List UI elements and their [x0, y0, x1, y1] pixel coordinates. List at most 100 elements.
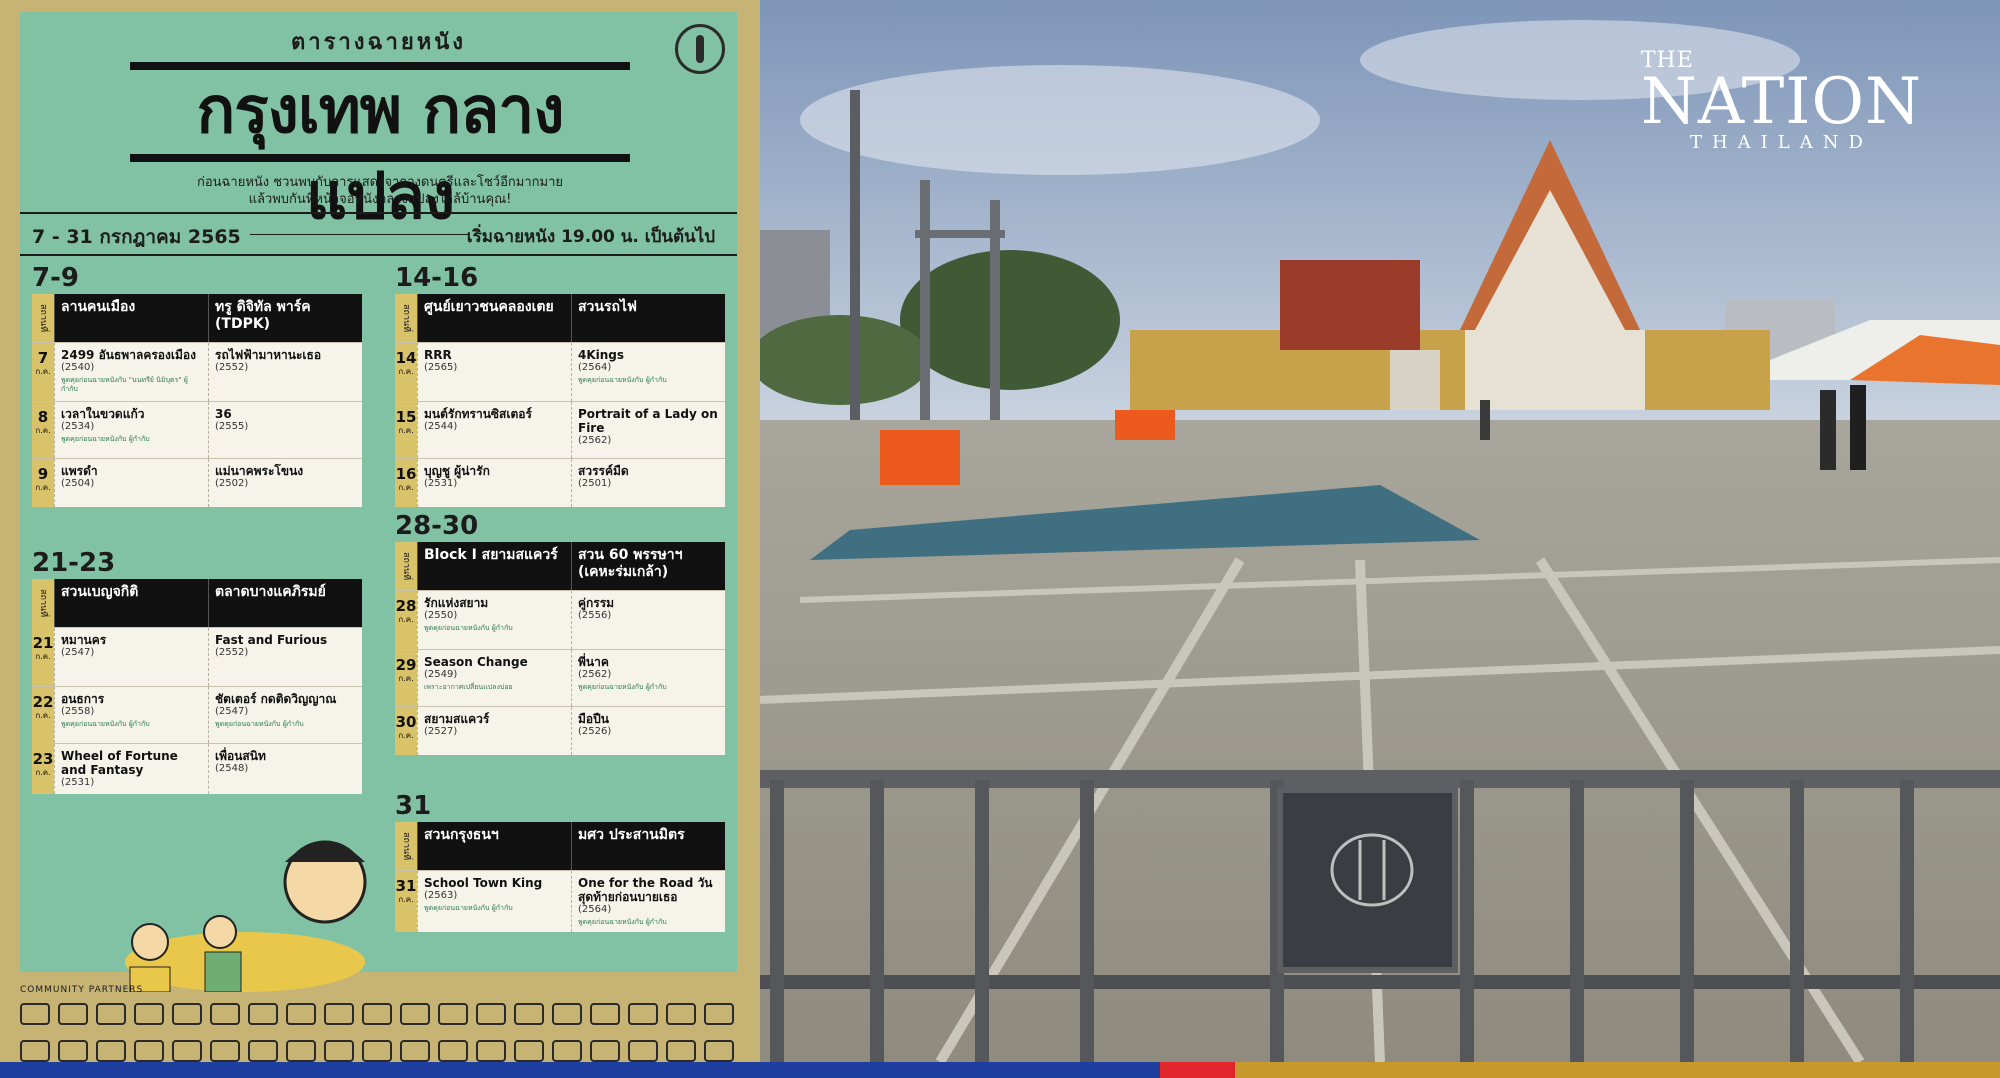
partner-logo-icon — [590, 1040, 620, 1062]
film-cell: 2499 อันธพาลครองเมือง (2540) พูดคุยก่อนฉาย… — [54, 343, 208, 401]
film-year: (2527) — [424, 726, 458, 737]
film-title: แพรดำ — [61, 464, 98, 478]
film-cell: พี่นาค (2562) พูดคุยก่อนฉายหนังกับ ผู้กำกั… — [571, 650, 725, 706]
fence-rail-top — [760, 770, 2000, 788]
schedule-block: 31 สถานที่ สวนกรุงธนฯ มศว ประสานมิตร 31 ก.ค. S… — [395, 790, 725, 932]
partner-logo-icon — [172, 1003, 202, 1025]
day-cell: 21 ก.ค. — [32, 628, 54, 686]
block-date-heading: 14-16 — [395, 263, 479, 293]
partner-logo-icon — [248, 1040, 278, 1062]
bottom-color-strip — [0, 1062, 2000, 1078]
partner-logo-icon — [362, 1040, 392, 1062]
poster-description-line2: แล้วพบกันที่หน้าจอหนังกลางแปลงใกล้บ้านคุ… — [248, 192, 512, 207]
film-note: พูดคุยก่อนฉายหนังกับ ผู้กำกับ — [578, 683, 667, 691]
film-cell: RRR (2565) — [417, 343, 571, 401]
venue-label: สถานที่ — [395, 294, 417, 342]
schedule-row: 8 ก.ค. เวลาในขวดแก้ว (2534) พูดคุยก่อนฉายหนั… — [32, 401, 362, 458]
day-month: ก.ค. — [398, 426, 414, 435]
venue-label: สถานที่ — [32, 579, 54, 627]
film-year: (2563) — [424, 890, 458, 901]
film-cell: รักแห่งสยาม (2550) พูดคุยก่อนฉายหนังกับ ผู… — [417, 591, 571, 649]
film-year: (2562) — [578, 669, 612, 680]
film-cell: มนต์รักทรานซิสเตอร์ (2544) — [417, 402, 571, 458]
film-year: (2544) — [424, 421, 458, 432]
partner-logo-icon — [324, 1040, 354, 1062]
poster-title: กรุงเทพ กลางแปลง — [130, 62, 630, 234]
schedule-row: 30 ก.ค. สยามสแควร์ (2527) มือปืน (2526) — [395, 706, 725, 755]
partner-logo-icon — [666, 1040, 696, 1062]
film-year: (2564) — [578, 904, 612, 915]
film-year: (2526) — [578, 726, 612, 737]
cloud — [800, 65, 1320, 175]
film-title: มนต์รักทรานซิสเตอร์ — [424, 407, 532, 421]
strip-red — [1160, 1062, 1235, 1078]
film-title: 36 — [215, 407, 232, 421]
temple-plaza-photo — [760, 0, 2000, 1062]
fence-bar — [1680, 780, 1694, 1062]
logo-nation: NATION — [1640, 65, 1922, 139]
film-year: (2564) — [578, 362, 612, 373]
schedule-table: สถานที่ Block I สยามสแควร์ สวน 60 พรรษาฯ (… — [395, 542, 725, 755]
title-rule-bottom — [130, 154, 630, 162]
fence-bar — [870, 780, 884, 1062]
film-cell: แม่นาคพระโขนง (2502) — [208, 459, 362, 507]
film-note: พูดคุยก่อนฉายหนังกับ ผู้กำกับ — [578, 376, 667, 384]
hair-illustration — [285, 842, 365, 862]
film-year: (2547) — [215, 706, 249, 717]
film-year: (2550) — [424, 610, 458, 621]
film-note: พูดคุยก่อนฉายหนังกับ ผู้กำกับ — [578, 918, 667, 926]
partner-logo-icon — [628, 1003, 658, 1025]
film-title: 4Kings — [578, 348, 625, 362]
film-cell: คู่กรรม (2556) — [571, 591, 725, 649]
venue-name: ทรู ดิจิทัล พาร์ค (TDPK) — [208, 294, 362, 342]
schedule-block: 21-23 สถานที่ สวนเบญจกิติ ตลาดบางแคภิรมย์ 21… — [32, 547, 362, 794]
partners-label: COMMUNITY PARTNERS — [20, 985, 144, 995]
film-year: (2548) — [215, 763, 249, 774]
day-cell: 15 ก.ค. — [395, 402, 417, 458]
film-title: School Town King — [424, 876, 543, 890]
day-cell: 8 ก.ค. — [32, 402, 54, 458]
venue-name: สวนเบญจกิติ — [54, 579, 208, 627]
film-year: (2552) — [215, 362, 249, 373]
film-year: (2562) — [578, 435, 612, 446]
partner-logo-icon — [666, 1003, 696, 1025]
schedule-row: 16 ก.ค. บุญชู ผู้น่ารัก (2531) สวรรค์มืด (250… — [395, 458, 725, 507]
partner-logo-icon — [438, 1003, 468, 1025]
film-note: พูดคุยก่อนฉายหนังกับ ผู้กำกับ — [61, 720, 150, 728]
temple-roof — [1280, 260, 1420, 350]
partner-logo-icon — [286, 1040, 316, 1062]
partner-logo-icon — [134, 1040, 164, 1062]
film-year: (2558) — [61, 706, 95, 717]
venue-header-row: สถานที่ สวนเบญจกิติ ตลาดบางแคภิรมย์ — [32, 579, 362, 627]
partner-logo-icon — [590, 1003, 620, 1025]
partner-logo-icon — [438, 1040, 468, 1062]
partner-logo-icon — [476, 1003, 506, 1025]
film-cell: เวลาในขวดแก้ว (2534) พูดคุยก่อนฉายหนังกับ … — [54, 402, 208, 458]
film-cell: สยามสแควร์ (2527) — [417, 707, 571, 755]
nation-thailand-logo: THE NATION THAILAND — [1641, 50, 1922, 154]
film-cell: One for the Road วันสุดท้ายก่อนบายเธอ (25… — [571, 871, 725, 932]
film-title: แม่นาคพระโขนง — [215, 464, 304, 478]
scaffold-pole — [920, 180, 930, 420]
film-note: พูดคุยก่อนฉายหนังกับ "นนทรีย์ นิมิบุตร" … — [61, 376, 188, 393]
day-month: ก.ค. — [35, 426, 51, 435]
schedule-table: สถานที่ ศูนย์เยาวชนคลองเตย สวนรถไฟ 14 ก.ค. RR… — [395, 294, 725, 507]
partner-logo-icon — [134, 1003, 164, 1025]
film-title: อนธการ — [61, 692, 105, 706]
day-cell: 30 ก.ค. — [395, 707, 417, 755]
fence-rail-bottom — [760, 975, 2000, 989]
partner-logo-icon — [476, 1040, 506, 1062]
schedule-row: 9 ก.ค. แพรดำ (2504) แม่นาคพระโขนง (2502) — [32, 458, 362, 507]
schedule-table: สถานที่ ลานคนเมือง ทรู ดิจิทัล พาร์ค (TDPK… — [32, 294, 362, 507]
partner-logo-icon — [248, 1003, 278, 1025]
film-cell: 36 (2555) — [208, 402, 362, 458]
person — [1850, 385, 1866, 470]
partner-logo-icon — [552, 1003, 582, 1025]
person-illustration — [204, 951, 242, 992]
film-title: Wheel of Fortune and Fantasy — [61, 749, 178, 777]
film-cell: หมานคร (2547) — [54, 628, 208, 686]
film-title: สวรรค์มืด — [578, 464, 629, 478]
film-title: รักแห่งสยาม — [424, 596, 489, 610]
orange-barrier — [880, 430, 960, 485]
start-time: เริ่มฉายหนัง 19.00 น. เป็นต้นไป — [466, 227, 715, 247]
